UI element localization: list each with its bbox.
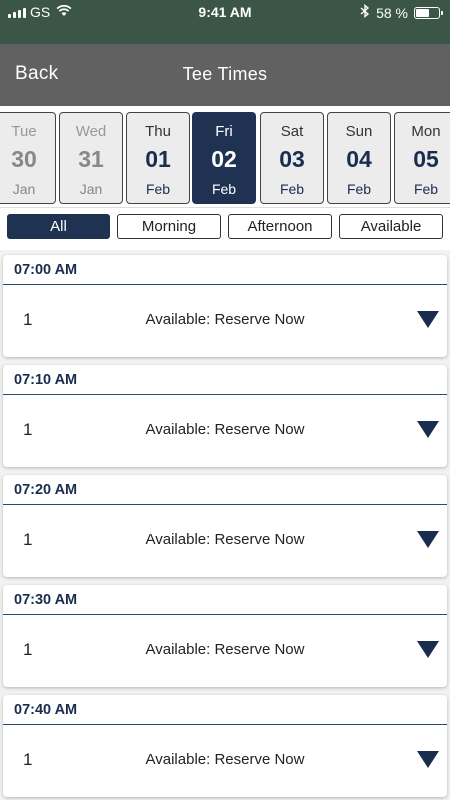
filter-morning-button[interactable]: Morning [117, 214, 221, 239]
date-month: Jan [12, 181, 36, 197]
availability-status: Available: Reserve Now [145, 751, 305, 768]
battery-fill [416, 8, 429, 17]
tee-time-row[interactable]: 1 Available: Reserve Now [3, 615, 447, 687]
tee-time-card: 07:20 AM 1 Available: Reserve Now [3, 475, 447, 577]
filter-all-button[interactable]: All [7, 214, 110, 239]
date-card[interactable]: Sun 04 Feb [327, 112, 391, 204]
chevron-down-icon[interactable] [417, 311, 439, 328]
date-weekday: Tue [11, 123, 37, 140]
date-card[interactable]: Mon 05 Feb [394, 112, 450, 204]
tee-time-row[interactable]: 1 Available: Reserve Now [3, 505, 447, 577]
date-weekday: Wed [75, 123, 107, 140]
date-strip[interactable]: Tue 30 Jan Wed 31 Jan Thu 01 Feb Fri 02 … [0, 106, 450, 208]
date-card[interactable]: Thu 01 Feb [126, 112, 190, 204]
availability-status: Available: Reserve Now [145, 531, 305, 548]
tee-time-label: 07:00 AM [3, 255, 447, 285]
tee-time-card: 07:30 AM 1 Available: Reserve Now [3, 585, 447, 687]
filter-available-button[interactable]: Available [339, 214, 443, 239]
date-day: 04 [346, 146, 372, 172]
battery-icon [414, 6, 443, 19]
date-card[interactable]: Sat 03 Feb [260, 112, 324, 204]
chevron-down-icon[interactable] [417, 641, 439, 658]
chevron-down-icon[interactable] [417, 531, 439, 548]
battery-percent: 58 % [376, 4, 408, 21]
date-weekday: Mon [411, 123, 441, 140]
date-weekday: Sat [280, 123, 304, 140]
availability-status: Available: Reserve Now [145, 421, 305, 438]
tee-time-label: 07:30 AM [3, 585, 447, 615]
tee-time-label: 07:10 AM [3, 365, 447, 395]
tee-time-row[interactable]: 1 Available: Reserve Now [3, 395, 447, 467]
chevron-down-icon[interactable] [417, 751, 439, 768]
date-day: 01 [145, 146, 171, 172]
date-day: 31 [78, 146, 104, 172]
date-day: 05 [413, 146, 439, 172]
availability-status: Available: Reserve Now [145, 311, 305, 328]
chevron-down-icon[interactable] [417, 421, 439, 438]
filter-afternoon-button[interactable]: Afternoon [228, 214, 332, 239]
tee-time-label: 07:20 AM [3, 475, 447, 505]
date-month: Feb [346, 181, 372, 197]
tee-time-row[interactable]: 1 Available: Reserve Now [3, 285, 447, 357]
date-weekday: Fri [215, 123, 233, 140]
availability-status: Available: Reserve Now [145, 641, 305, 658]
status-right: 58 % [360, 4, 443, 21]
bluetooth-icon [360, 4, 370, 21]
nav-bar: Back Tee Times [0, 44, 450, 106]
date-weekday: Thu [145, 123, 171, 140]
tee-time-card: 07:40 AM 1 Available: Reserve Now [3, 695, 447, 797]
date-month: Feb [279, 181, 305, 197]
date-weekday: Sun [345, 123, 373, 140]
date-month: Feb [413, 181, 439, 197]
tee-time-row[interactable]: 1 Available: Reserve Now [3, 725, 447, 797]
page-title: Tee Times [182, 64, 268, 84]
date-card-selected[interactable]: Fri 02 Feb [192, 112, 256, 204]
tee-time-label: 07:40 AM [3, 695, 447, 725]
tee-time-card: 07:00 AM 1 Available: Reserve Now [3, 255, 447, 357]
tee-time-card: 07:10 AM 1 Available: Reserve Now [3, 365, 447, 467]
date-day: 02 [211, 146, 237, 172]
date-month: Feb [145, 181, 171, 197]
date-card[interactable]: Wed 31 Jan [59, 112, 123, 204]
date-month: Feb [211, 181, 237, 197]
date-day: 30 [11, 146, 37, 172]
date-day: 03 [279, 146, 305, 172]
tee-time-list[interactable]: 07:00 AM 1 Available: Reserve Now 07:10 … [0, 250, 450, 800]
date-month: Jan [79, 181, 103, 197]
status-bar: GS 9:41 AM 58 % [0, 0, 450, 44]
date-card[interactable]: Tue 30 Jan [0, 112, 56, 204]
filter-bar: All Morning Afternoon Available [0, 208, 450, 250]
